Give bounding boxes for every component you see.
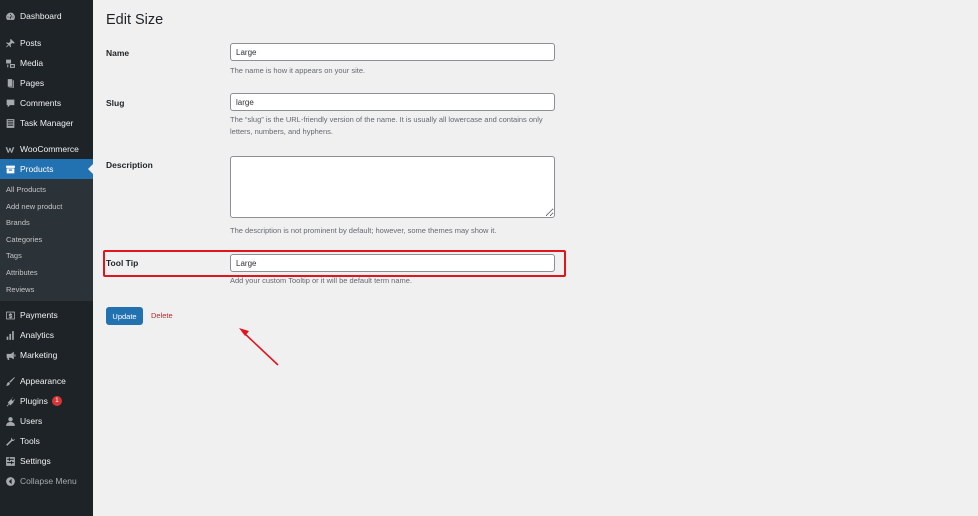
comment-icon — [5, 98, 16, 109]
plugins-update-badge: 1 — [51, 396, 62, 407]
menu-label: Posts — [20, 38, 42, 48]
page-title: Edit Size — [106, 12, 164, 28]
slug-input[interactable] — [230, 93, 555, 111]
menu-label: Dashboard — [20, 11, 62, 21]
update-button[interactable]: Update — [106, 307, 143, 325]
page-icon — [5, 78, 16, 89]
menu-item-pages[interactable]: Pages — [0, 73, 93, 93]
media-icon — [5, 58, 16, 69]
edit-term-main: Edit Size Name The name is how it appear… — [93, 0, 978, 516]
menu-label: Settings — [20, 456, 51, 467]
megaphone-icon — [5, 350, 16, 361]
menu-item-woocommerce[interactable]: WooCommerce — [0, 139, 93, 159]
submenu-attributes[interactable]: Attributes — [0, 265, 93, 282]
menu-item-media[interactable]: Media — [0, 53, 93, 73]
annotation-arrow-icon — [239, 328, 279, 366]
menu-item-posts[interactable]: Posts — [0, 33, 93, 53]
slug-label: Slug — [106, 98, 125, 108]
menu-item-comments[interactable]: Comments — [0, 93, 93, 113]
delete-link[interactable]: Delete — [151, 311, 173, 320]
menu-item-settings[interactable]: Settings — [0, 451, 93, 471]
submenu-all-products[interactable]: All Products — [0, 182, 93, 199]
description-textarea[interactable] — [230, 156, 555, 218]
menu-label: Comments — [20, 98, 62, 108]
menu-label: Products — [20, 164, 54, 174]
menu-label: Payments — [20, 310, 58, 321]
menu-label: Tools — [20, 436, 40, 447]
slug-description: The “slug” is the URL-friendly version o… — [230, 115, 543, 136]
menu-item-appearance[interactable]: Appearance — [0, 371, 93, 391]
menu-label: Users — [20, 416, 43, 427]
tooltip-input[interactable] — [230, 254, 555, 272]
menu-label: WooCommerce — [20, 144, 79, 154]
collapse-menu-button[interactable]: Collapse Menu — [0, 471, 93, 491]
admin-sidebar: Dashboard Posts Media Pages Comments Tas… — [0, 0, 93, 516]
menu-item-plugins[interactable]: Plugins 1 — [0, 391, 93, 411]
name-input[interactable] — [230, 43, 555, 61]
archive-icon — [5, 164, 16, 175]
name-description: The name is how it appears on your site. — [230, 66, 366, 75]
menu-label: Analytics — [20, 330, 55, 341]
menu-item-marketing[interactable]: Marketing — [0, 345, 93, 365]
menu-label: Collapse Menu — [20, 476, 77, 487]
wrench-icon — [5, 436, 16, 447]
menu-item-task-manager[interactable]: Task Manager — [0, 113, 93, 133]
menu-item-users[interactable]: Users — [0, 411, 93, 431]
menu-item-tools[interactable]: Tools — [0, 431, 93, 451]
submenu-categories[interactable]: Categories — [0, 232, 93, 249]
brush-icon — [5, 376, 16, 387]
menu-label: Plugins — [20, 396, 48, 407]
menu-item-analytics[interactable]: Analytics — [0, 325, 93, 345]
dollar-icon — [5, 310, 16, 321]
menu-item-payments[interactable]: Payments — [0, 305, 93, 325]
dashboard-icon — [5, 11, 16, 22]
menu-label: Appearance — [20, 376, 66, 387]
settings-icon — [5, 456, 16, 467]
menu-item-products[interactable]: Products — [0, 159, 93, 179]
user-icon — [5, 416, 16, 427]
menu-label: Media — [20, 58, 44, 68]
submenu-reviews[interactable]: Reviews — [0, 282, 93, 299]
collapse-icon — [5, 476, 16, 487]
menu-item-dashboard[interactable]: Dashboard — [0, 6, 93, 26]
plugin-icon — [5, 396, 16, 407]
pin-icon — [5, 38, 16, 49]
menu-label: Marketing — [20, 350, 58, 361]
description-label: Description — [106, 160, 153, 170]
products-submenu: All Products Add new product Brands Cate… — [0, 179, 93, 302]
tooltip-label: Tool Tip — [106, 258, 139, 268]
submenu-brands[interactable]: Brands — [0, 215, 93, 232]
menu-label: Pages — [20, 78, 45, 88]
bar-chart-icon — [5, 330, 16, 341]
name-label: Name — [106, 48, 130, 58]
list-icon — [5, 118, 16, 129]
submenu-tags[interactable]: Tags — [0, 248, 93, 265]
tooltip-description: Add your custom Tooltip or it will be de… — [230, 276, 413, 285]
woo-icon — [5, 144, 16, 155]
description-help: The description is not prominent by defa… — [230, 226, 497, 235]
menu-label: Task Manager — [20, 118, 74, 128]
submenu-add-new-product[interactable]: Add new product — [0, 199, 93, 216]
